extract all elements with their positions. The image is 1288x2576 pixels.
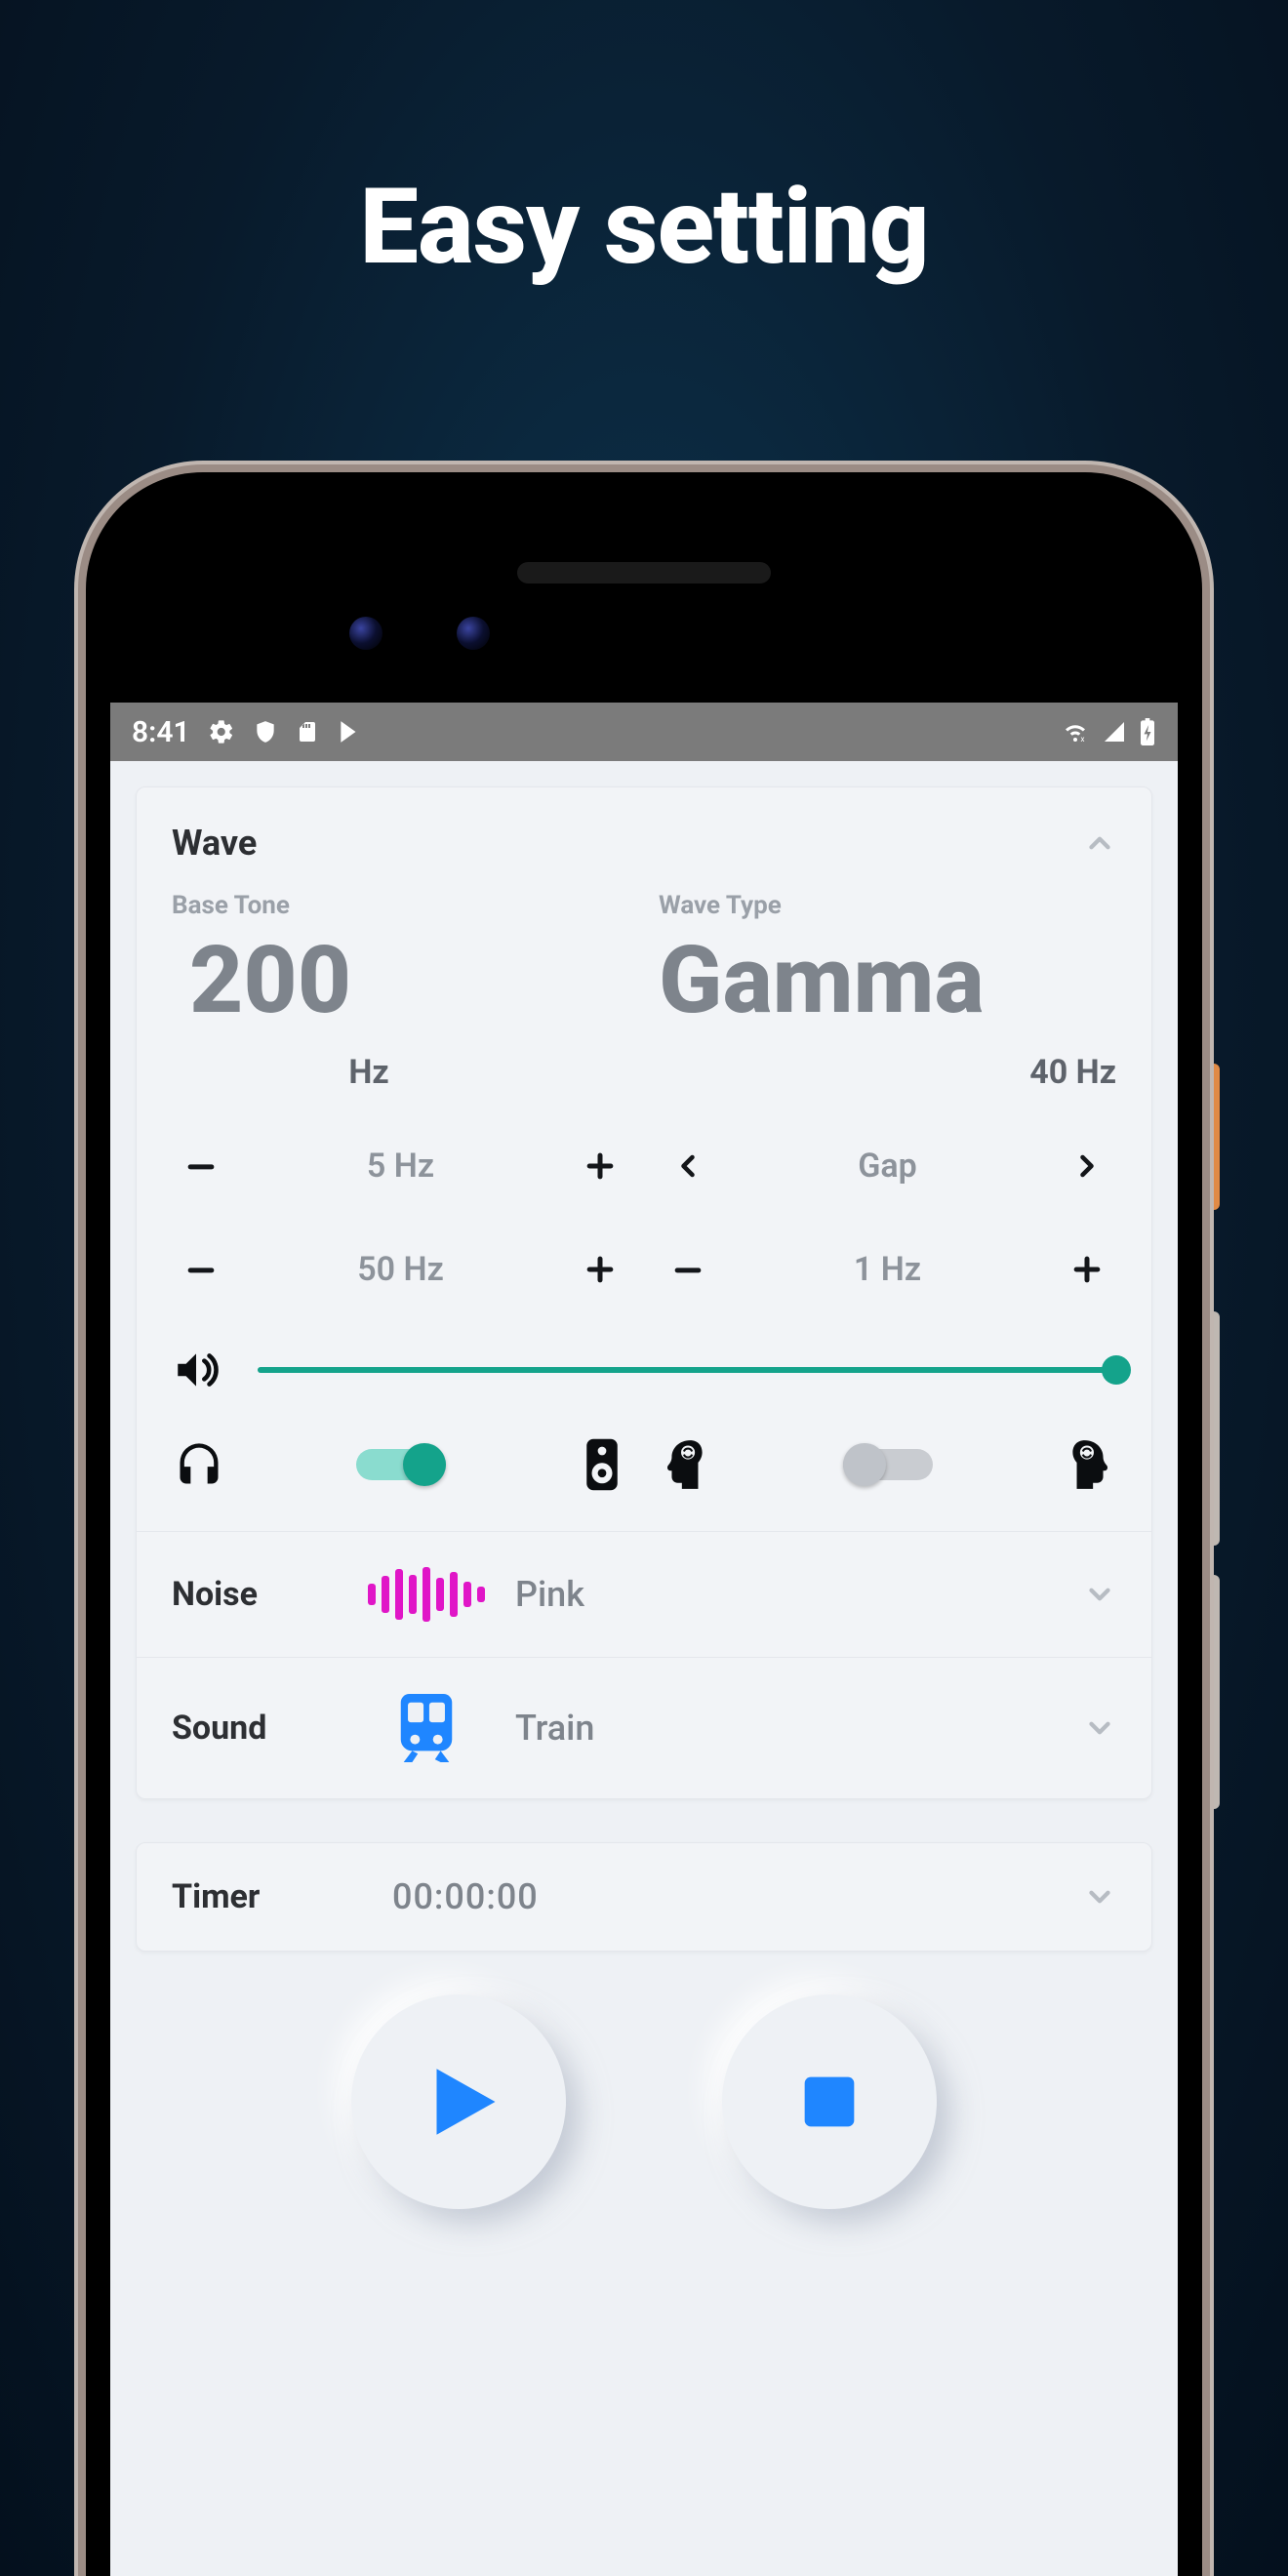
brain-mode-toggle[interactable] xyxy=(843,1443,933,1486)
page-headline: Easy setting xyxy=(0,166,1288,289)
wave-type-freq: 40 Hz xyxy=(960,1053,1116,1092)
plus-button[interactable] xyxy=(1058,1240,1116,1299)
noise-label: Noise xyxy=(172,1575,338,1614)
noise-row[interactable]: Noise Pink xyxy=(137,1531,1151,1657)
play-button[interactable] xyxy=(351,1994,566,2209)
output-toggle[interactable] xyxy=(356,1443,446,1486)
chevron-right-icon[interactable] xyxy=(1058,1137,1116,1195)
wave-title: Wave xyxy=(172,823,257,864)
base-tone-step-50hz: 50 Hz xyxy=(172,1240,629,1299)
volume-icon xyxy=(172,1346,228,1394)
phone-volume-up xyxy=(1202,1311,1220,1546)
step-value: 5 Hz xyxy=(367,1147,434,1186)
chevron-down-icon xyxy=(1083,1711,1116,1745)
sound-row[interactable]: Sound Train xyxy=(137,1657,1151,1798)
wave-section-body: Base Tone 200 Wave Type Gamma Hz 40 Hz xyxy=(137,891,1151,1531)
minus-button[interactable] xyxy=(659,1240,717,1299)
phone-volume-down xyxy=(1202,1575,1220,1809)
phone-speaker xyxy=(517,562,771,584)
brain-mode-toggle-group xyxy=(659,1437,1116,1492)
phone-power-button xyxy=(1202,1064,1220,1210)
timer-value: 00:00:00 xyxy=(392,1876,539,1917)
stop-button[interactable] xyxy=(722,1994,937,2209)
wifi-icon: x xyxy=(1061,720,1090,744)
noise-value: Pink xyxy=(515,1574,584,1615)
base-tone-unit: Hz xyxy=(172,1053,566,1092)
plus-button[interactable] xyxy=(571,1137,629,1195)
app-screen: Wave Base Tone 200 Wave Type Gamma xyxy=(110,761,1178,2576)
speaker-icon xyxy=(575,1437,629,1492)
svg-text:x: x xyxy=(1081,735,1085,744)
step-value: 50 Hz xyxy=(357,1250,444,1289)
gear-icon xyxy=(208,718,235,745)
wave-type-gap-selector: Gap xyxy=(659,1137,1116,1195)
chevron-left-icon[interactable] xyxy=(659,1137,717,1195)
headphones-icon xyxy=(172,1439,226,1490)
phone-camera xyxy=(349,617,382,650)
settings-card: Wave Base Tone 200 Wave Type Gamma xyxy=(136,786,1152,1799)
plus-button[interactable] xyxy=(571,1240,629,1299)
timer-card: Timer 00:00:00 xyxy=(136,1842,1152,1952)
shield-icon xyxy=(253,719,278,745)
brain-right-icon xyxy=(1062,1438,1116,1491)
wave-type-column: Wave Type Gamma xyxy=(659,891,1116,1027)
output-toggle-group xyxy=(172,1437,629,1492)
equalizer-icon xyxy=(373,1565,480,1624)
volume-slider[interactable] xyxy=(258,1350,1116,1389)
timer-label: Timer xyxy=(172,1877,338,1916)
minus-button[interactable] xyxy=(172,1240,230,1299)
wave-type-label: Wave Type xyxy=(659,891,1116,920)
timer-row[interactable]: Timer 00:00:00 xyxy=(137,1843,1151,1951)
signal-icon xyxy=(1102,720,1127,744)
phone-camera xyxy=(457,617,490,650)
wave-type-value[interactable]: Gamma xyxy=(659,934,1116,1027)
wave-section-header[interactable]: Wave xyxy=(137,787,1151,891)
sound-value: Train xyxy=(515,1708,594,1749)
gap-step-1hz: 1 Hz xyxy=(659,1240,1116,1299)
sd-card-icon xyxy=(296,718,319,745)
chevron-down-icon xyxy=(1083,1578,1116,1611)
play-store-icon xyxy=(337,719,362,745)
chevron-up-icon xyxy=(1083,826,1116,860)
status-time: 8:41 xyxy=(132,715,190,749)
battery-icon xyxy=(1139,718,1156,745)
train-icon xyxy=(373,1691,480,1765)
sound-label: Sound xyxy=(172,1709,338,1748)
base-tone-label: Base Tone xyxy=(172,891,629,920)
step-value: 1 Hz xyxy=(854,1250,921,1289)
minus-button[interactable] xyxy=(172,1137,230,1195)
playback-controls xyxy=(136,1994,1152,2209)
base-tone-value[interactable]: 200 xyxy=(172,934,629,1027)
base-tone-step-5hz: 5 Hz xyxy=(172,1137,629,1195)
status-bar: 8:41 x xyxy=(110,703,1178,761)
phone-frame: 8:41 x xyxy=(86,472,1202,2576)
brain-left-icon xyxy=(659,1438,713,1491)
base-tone-column: Base Tone 200 xyxy=(172,891,629,1027)
chevron-down-icon xyxy=(1083,1880,1116,1913)
gap-label: Gap xyxy=(858,1147,917,1186)
